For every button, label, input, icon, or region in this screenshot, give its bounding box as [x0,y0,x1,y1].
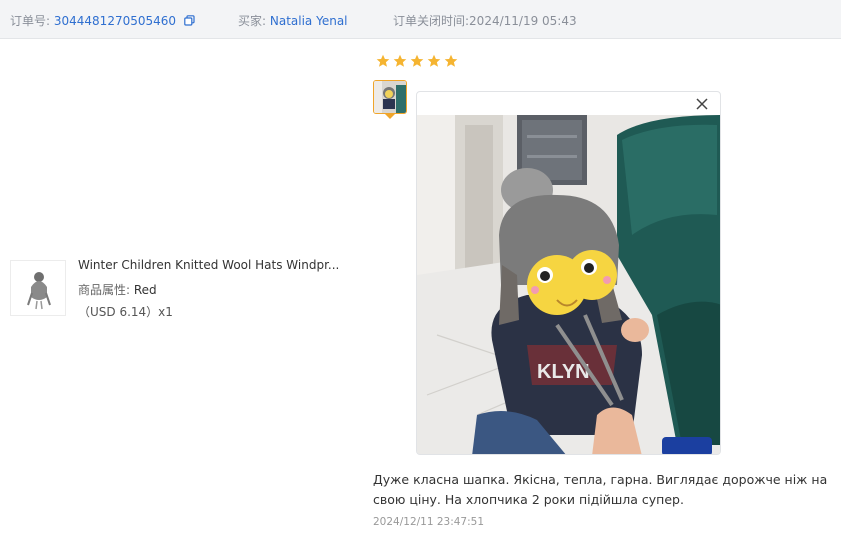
product-attribute-value: Red [133,283,157,297]
product-title[interactable]: Winter Children Knitted Wool Hats Windpr… [78,258,339,272]
thumbnail-pointer [385,114,395,119]
product-image[interactable] [10,260,66,316]
order-close-time: 订单关闭时间:2024/11/19 05:43 [393,14,577,28]
order-number-label: 订单号: [10,14,51,28]
rating-stars [376,53,461,67]
buyer-label: 买家: [238,14,267,28]
order-number-link[interactable]: 3044481270505460 [54,14,176,28]
product-attribute: 商品属性: Red [78,281,157,298]
star-icon [376,53,390,67]
review-image-thumbnail[interactable] [373,80,407,114]
copy-icon[interactable] [184,15,195,29]
review-text: Дуже класна шапка. Якісна, тепла, гарна.… [373,472,828,507]
star-icon [410,53,424,67]
buyer-name-link[interactable]: Natalia Yenal [270,14,348,28]
review-timestamp: 2024/12/11 23:47:51 [373,516,485,528]
order-number-group: 订单号: 3044481270505460 [10,12,195,29]
review-photo[interactable]: KLYN [417,115,721,455]
order-header: 订单号: 3044481270505460 买家: Natalia Yenal … [0,0,841,39]
review-image-preview: KLYN [416,91,721,455]
product-price: （USD 6.14）x1 [78,305,173,319]
star-icon [427,53,441,67]
close-icon[interactable] [694,96,710,112]
buyer-group: 买家: Natalia Yenal [238,12,348,29]
star-icon [444,53,458,67]
product-attribute-label: 商品属性: [78,283,131,297]
star-icon [393,53,407,67]
